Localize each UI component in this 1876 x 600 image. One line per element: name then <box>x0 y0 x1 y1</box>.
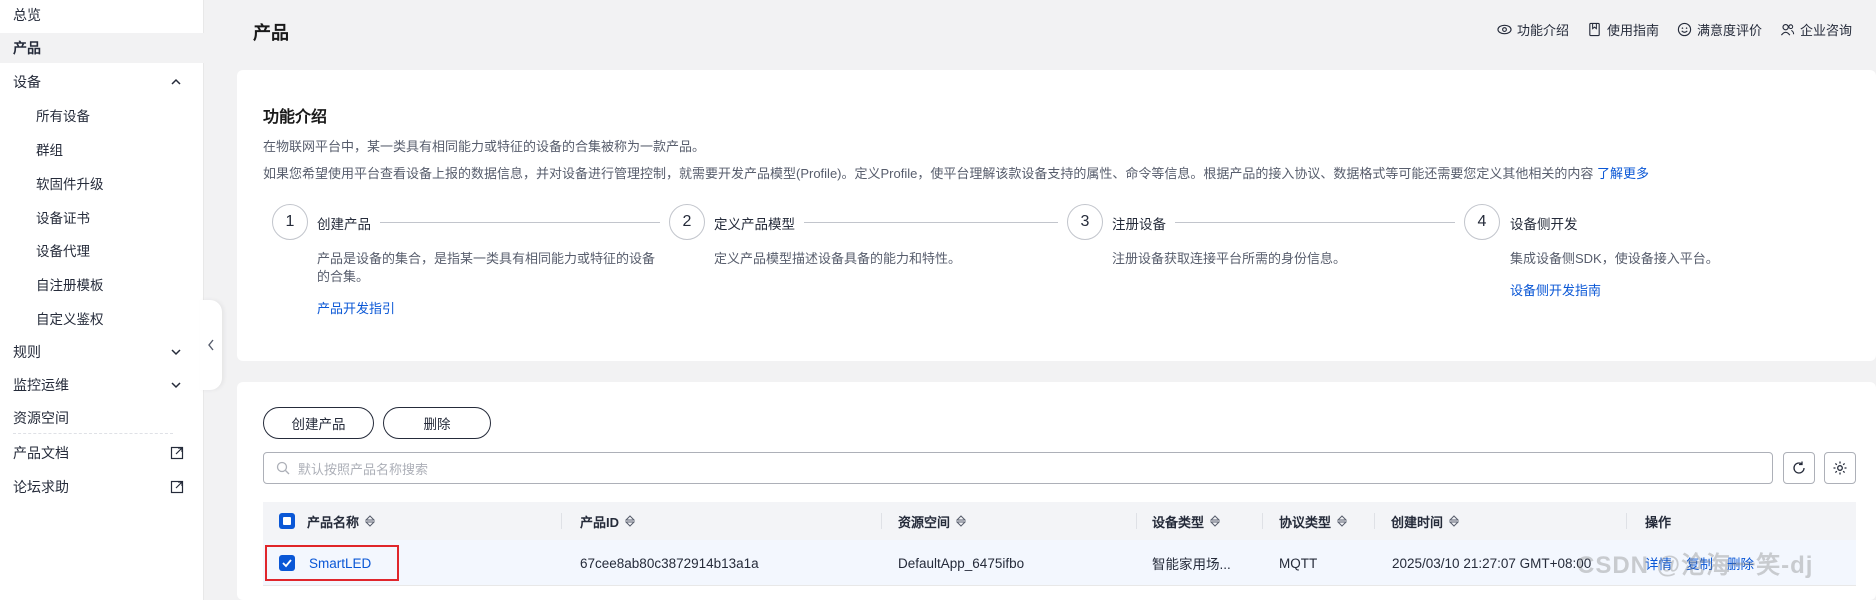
sidebar-item-forum[interactable]: 论坛求助 <box>0 472 204 502</box>
sort-icon <box>1337 515 1348 527</box>
chevron-left-icon <box>208 339 214 351</box>
header-links: 功能介绍 使用指南 满意度评价 企业咨询 <box>1497 20 1852 39</box>
column-header-space[interactable]: 资源空间 <box>898 502 967 540</box>
column-header-actions: 操作 <box>1645 514 1672 530</box>
step-number: 4 <box>1464 204 1500 240</box>
sidebar-item-docs[interactable]: 产品文档 <box>0 438 204 468</box>
sidebar-item-certificates[interactable]: 设备证书 <box>0 202 204 232</box>
sidebar-collapse-handle[interactable] <box>200 300 222 390</box>
intro-title: 功能介绍 <box>263 109 328 126</box>
resource-space: DefaultApp_6475ifbo <box>898 555 1025 571</box>
feature-intro-link[interactable]: 功能介绍 <box>1497 20 1569 39</box>
table-header: 产品名称 产品ID 资源空间 设备类型 协议类型 创建时间 操作 <box>263 502 1856 540</box>
step-description: 产品是设备的集合，是指某一类具有相同能力或特征的设备的合集。 <box>317 251 656 284</box>
settings-button[interactable] <box>1824 452 1856 484</box>
user-guide-link[interactable]: 使用指南 <box>1587 20 1659 39</box>
sort-icon <box>365 515 376 527</box>
search-icon <box>276 461 290 475</box>
learn-more-link[interactable]: 了解更多 <box>1597 166 1649 181</box>
created-time: 2025/03/10 21:27:07 GMT+08:00 <box>1392 555 1592 571</box>
enterprise-consult-link[interactable]: 企业咨询 <box>1780 20 1852 39</box>
chevron-up-icon <box>171 78 181 85</box>
users-icon <box>1780 23 1795 36</box>
page-title: 产品 <box>253 23 289 43</box>
column-separator <box>1626 513 1627 529</box>
eye-icon <box>1497 24 1512 35</box>
refresh-icon <box>1793 461 1805 474</box>
search-placeholder: 默认按照产品名称搜索 <box>298 461 429 477</box>
sidebar-item-all-devices[interactable]: 所有设备 <box>0 100 204 130</box>
sidebar-item-overview[interactable]: 总览 <box>0 0 204 30</box>
sidebar-item-products[interactable]: 产品 <box>0 33 204 63</box>
sidebar-item-firmware[interactable]: 软固件升级 <box>0 168 204 198</box>
step-title: 设备侧开发 <box>1510 217 1578 232</box>
column-separator <box>1262 513 1263 529</box>
step-description: 集成设备侧SDK，使设备接入平台。 <box>1510 251 1719 266</box>
watermark: CSDN @沧海一笑-dj <box>1577 552 1814 579</box>
column-header-type[interactable]: 设备类型 <box>1152 502 1221 540</box>
sidebar-divider <box>13 433 173 434</box>
column-separator <box>1136 513 1137 529</box>
step-title: 定义产品模型 <box>714 217 795 232</box>
sort-icon <box>1210 515 1221 527</box>
column-header-protocol[interactable]: 协议类型 <box>1279 502 1348 540</box>
step-description: 定义产品模型描述设备具备的能力和特性。 <box>714 251 962 266</box>
sort-icon <box>1449 515 1460 527</box>
step-number: 1 <box>272 204 308 240</box>
gear-icon <box>1833 461 1847 475</box>
select-all-cell <box>279 502 295 540</box>
step-number: 2 <box>669 204 705 240</box>
sidebar-item-groups[interactable]: 群组 <box>0 134 204 164</box>
search-input[interactable]: 默认按照产品名称搜索 <box>263 452 1773 484</box>
sidebar-item-proxy[interactable]: 设备代理 <box>0 235 204 265</box>
sidebar-item-self-register[interactable]: 自注册模板 <box>0 269 204 299</box>
sidebar: 总览 产品 设备 所有设备 群组 软固件升级 设备证书 设备代理 自注册模板 自… <box>0 0 204 600</box>
column-separator <box>1374 513 1375 529</box>
smile-icon <box>1677 22 1692 37</box>
intro-paragraph: 在物联网平台中，某一类具有相同能力或特征的设备的合集被称为一款产品。 <box>263 139 706 154</box>
intro-paragraph: 如果您希望使用平台查看设备上报的数据信息，并对设备进行管理控制，就需要开发产品模… <box>263 166 1649 181</box>
step-number: 3 <box>1067 204 1103 240</box>
delete-button[interactable]: 删除 <box>383 407 491 439</box>
step-description: 注册设备获取连接平台所需的身份信息。 <box>1112 251 1347 266</box>
sort-icon <box>956 515 967 527</box>
refresh-button[interactable] <box>1783 452 1815 484</box>
external-link-icon <box>170 480 184 494</box>
column-separator <box>561 513 562 529</box>
step-connector <box>804 222 1058 223</box>
step-connector <box>1175 222 1455 223</box>
protocol-type: MQTT <box>1279 555 1318 571</box>
step-title: 注册设备 <box>1112 217 1166 232</box>
step-connector <box>380 222 660 223</box>
device-type: 智能家用场... <box>1152 557 1231 572</box>
sidebar-item-monitoring[interactable]: 监控运维 <box>0 370 204 400</box>
feature-intro-card: 功能介绍 在物联网平台中，某一类具有相同能力或特征的设备的合集被称为一款产品。 … <box>237 70 1876 361</box>
book-icon <box>1589 22 1600 37</box>
column-header-created[interactable]: 创建时间 <box>1391 502 1460 540</box>
chevron-down-icon <box>171 382 181 389</box>
sidebar-item-resource-space[interactable]: 资源空间 <box>0 403 204 433</box>
column-header-name[interactable]: 产品名称 <box>307 502 376 540</box>
create-product-button[interactable]: 创建产品 <box>263 407 374 439</box>
device-dev-guide-link[interactable]: 设备侧开发指南 <box>1510 280 1601 299</box>
external-link-icon <box>170 446 184 460</box>
step-title: 创建产品 <box>317 217 371 232</box>
select-all-checkbox[interactable] <box>279 513 295 529</box>
sidebar-item-rules[interactable]: 规则 <box>0 337 204 367</box>
column-header-id[interactable]: 产品ID <box>580 502 636 540</box>
sort-icon <box>625 515 636 527</box>
chevron-down-icon <box>171 349 181 356</box>
product-dev-guide-link[interactable]: 产品开发指引 <box>317 298 395 317</box>
selection-highlight <box>265 545 399 581</box>
column-separator <box>881 513 882 529</box>
sidebar-item-devices[interactable]: 设备 <box>0 67 204 97</box>
sidebar-item-custom-auth[interactable]: 自定义鉴权 <box>0 303 204 333</box>
product-id: 67cee8ab80c3872914b13a1a <box>580 555 759 571</box>
satisfaction-link[interactable]: 满意度评价 <box>1677 20 1762 39</box>
